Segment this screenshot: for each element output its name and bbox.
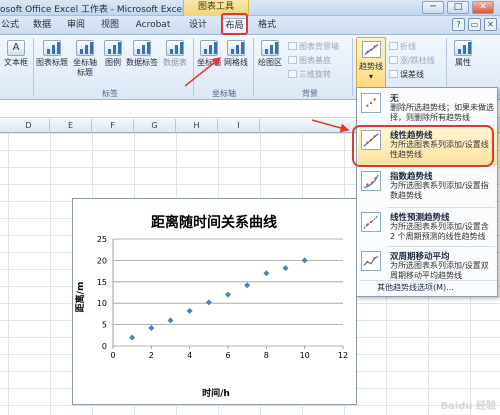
linear-forecast-icon — [361, 212, 381, 232]
linear-trendline-highlight — [352, 125, 494, 167]
trendline-menu: 无 删除所选趋势线；如果未做选择，则删除所有趋势线 线性趋势线 为所选图表系列添… — [356, 87, 498, 297]
more-trendline-options[interactable]: 其他趋势线选项(M)... — [377, 282, 454, 293]
menu-item-linear-forecast-desc: 为所选图表系列添加/设置含 2 个周期预测的线性趋势线 — [390, 222, 489, 241]
menu-item-moving-average-desc: 为所选图表系列添加/设置双周期移动平均趋势线 — [390, 261, 489, 280]
menu-item-none[interactable]: 无 删除所选趋势线；如果未做选择，则删除所有趋势线 — [358, 90, 497, 124]
menu-item-linear-forecast[interactable]: 线性预测趋势线 为所选图表系列添加/设置含 2 个周期预测的线性趋势线 — [358, 209, 497, 245]
menu-item-moving-average[interactable]: 双周期移动平均 为所选图表系列添加/设置双周期移动平均趋势线 — [358, 248, 497, 280]
watermark: Baidu 经验 — [440, 401, 496, 412]
arrow-to-layout-tab — [184, 57, 222, 87]
menu-item-exponential[interactable]: 指数趋势线 为所选图表系列添加/设置指数趋势线 — [358, 168, 497, 206]
menu-separator — [387, 207, 495, 208]
menu-item-exponential-desc: 为所选图表系列添加/设置指数趋势线 — [390, 181, 489, 200]
arrow-to-linear-trendline — [311, 119, 350, 133]
no-trendline-icon — [361, 93, 381, 113]
menu-separator — [387, 246, 495, 247]
moving-average-icon — [361, 251, 381, 271]
menu-item-none-desc: 删除所选趋势线；如果未做选择，则删除所有趋势线 — [390, 103, 494, 122]
exponential-trendline-icon — [361, 171, 381, 191]
menu-separator — [359, 280, 497, 281]
